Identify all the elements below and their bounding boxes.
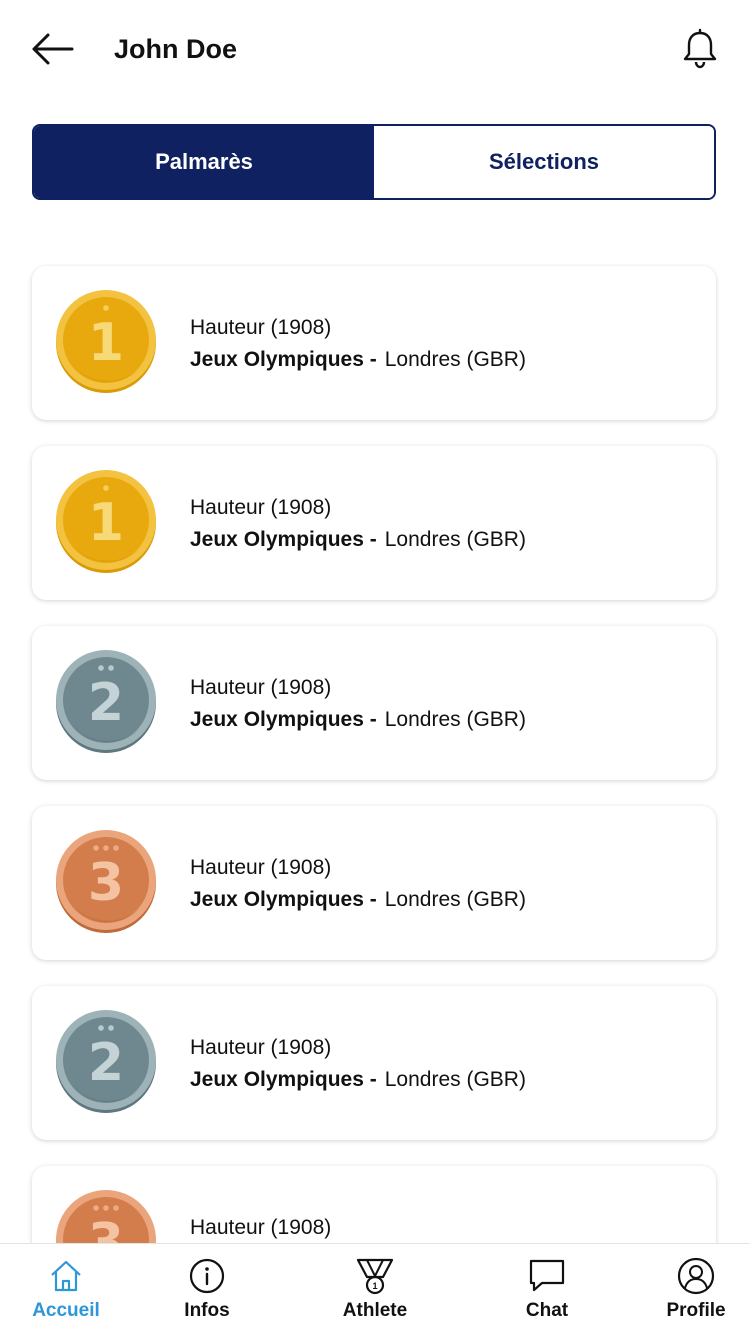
result-card[interactable]: 2 Hauteur (1908) Jeux Olympiques - Londres … bbox=[32, 986, 716, 1140]
bronze-medal-icon: 3 bbox=[56, 830, 156, 933]
nav-item-chat[interactable]: Chat bbox=[492, 1244, 602, 1334]
silver-medal-icon: 2 bbox=[56, 1010, 156, 1113]
tab-selections[interactable]: Sélections bbox=[374, 126, 714, 198]
nav-label: Infos bbox=[184, 1300, 230, 1321]
event-label: Hauteur (1908) bbox=[190, 1216, 332, 1239]
result-info: Hauteur (1908) Jeux Olympiques - Londres (… bbox=[190, 492, 526, 556]
home-icon bbox=[51, 1260, 81, 1292]
results-list[interactable]: 1 Hauteur (1908) Jeux Olympiques - Londres … bbox=[0, 264, 750, 1244]
competition-label: Jeux Olympiques - bbox=[190, 708, 377, 731]
result-info: Hauteur (1908) bbox=[190, 1212, 331, 1244]
svg-text:1: 1 bbox=[372, 1281, 377, 1291]
back-button[interactable] bbox=[28, 28, 76, 70]
arrow-left-icon bbox=[32, 33, 74, 65]
result-info: Hauteur (1908) Jeux Olympiques - Londres (… bbox=[190, 312, 526, 376]
result-card[interactable]: 2 Hauteur (1908) Jeux Olympiques - Londres … bbox=[32, 626, 716, 780]
event-label: Hauteur (1908) bbox=[190, 496, 332, 519]
medal-rank-label: 3 bbox=[88, 853, 124, 913]
medal-rank-label: 1 bbox=[88, 493, 124, 553]
nav-item-athlete[interactable]: 1 Athlete bbox=[320, 1244, 430, 1334]
segmented-tabs: Palmarès Sélections bbox=[32, 124, 716, 200]
result-card[interactable]: 3 Hauteur (1908) bbox=[32, 1166, 716, 1244]
result-card[interactable]: 1 Hauteur (1908) Jeux Olympiques - Londres … bbox=[32, 446, 716, 600]
medal-rank-label: 3 bbox=[88, 1213, 124, 1244]
nav-label: Chat bbox=[525, 1300, 569, 1321]
competition-line: Jeux Olympiques - Londres (GBR) bbox=[190, 1064, 526, 1096]
location-label: Londres (GBR) bbox=[384, 348, 526, 371]
competition-label: Jeux Olympiques - bbox=[190, 888, 377, 911]
competition-label: Jeux Olympiques - bbox=[190, 348, 377, 371]
medal-rank-label: 2 bbox=[88, 1033, 124, 1093]
bell-icon bbox=[683, 28, 717, 69]
result-card[interactable]: 3 Hauteur (1908) Jeux Olympiques - Londres … bbox=[32, 806, 716, 960]
competition-line: Jeux Olympiques - Londres (GBR) bbox=[190, 344, 526, 376]
location-label: Londres (GBR) bbox=[384, 1068, 526, 1091]
silver-medal-icon: 2 bbox=[56, 650, 156, 753]
event-label: Hauteur (1908) bbox=[190, 1036, 332, 1059]
nav-item-profile[interactable]: Profile bbox=[641, 1244, 750, 1334]
profile-icon bbox=[677, 1257, 715, 1295]
event-label: Hauteur (1908) bbox=[190, 316, 332, 339]
competition-line: Jeux Olympiques - Londres (GBR) bbox=[190, 704, 526, 736]
chat-icon bbox=[529, 1259, 565, 1292]
tab-palmares[interactable]: Palmarès bbox=[34, 126, 374, 198]
notifications-button[interactable] bbox=[678, 26, 722, 72]
result-info: Hauteur (1908) Jeux Olympiques - Londres (… bbox=[190, 852, 526, 916]
event-label: Hauteur (1908) bbox=[190, 676, 332, 699]
location-label: Londres (GBR) bbox=[384, 708, 526, 731]
app-header: John Doe bbox=[0, 0, 750, 100]
competition-label: Jeux Olympiques - bbox=[190, 1068, 377, 1091]
location-label: Londres (GBR) bbox=[384, 528, 526, 551]
gold-medal-icon: 1 bbox=[56, 290, 156, 393]
result-card[interactable]: 1 Hauteur (1908) Jeux Olympiques - Londres … bbox=[32, 266, 716, 420]
result-info: Hauteur (1908) Jeux Olympiques - Londres (… bbox=[190, 672, 526, 736]
nav-label: Athlete bbox=[342, 1300, 408, 1321]
event-label: Hauteur (1908) bbox=[190, 856, 332, 879]
bottom-navigation: Accueil Infos 1 Athlete Chat Profile bbox=[0, 1243, 750, 1334]
gold-medal-icon: 1 bbox=[56, 470, 156, 573]
location-label: Londres (GBR) bbox=[384, 888, 526, 911]
result-info: Hauteur (1908) Jeux Olympiques - Londres (… bbox=[190, 1032, 526, 1096]
competition-line: Jeux Olympiques - Londres (GBR) bbox=[190, 884, 526, 916]
competition-label: Jeux Olympiques - bbox=[190, 528, 377, 551]
nav-item-infos[interactable]: Infos bbox=[152, 1244, 262, 1334]
page-title: John Doe bbox=[114, 34, 238, 64]
medal-rank-label: 1 bbox=[88, 313, 124, 373]
competition-line: Jeux Olympiques - Londres (GBR) bbox=[190, 524, 526, 556]
medal-icon: 1 bbox=[356, 1258, 394, 1295]
info-icon bbox=[189, 1258, 225, 1294]
bronze-medal-icon: 3 bbox=[56, 1190, 156, 1244]
nav-label: Profile bbox=[666, 1300, 726, 1321]
nav-label: Accueil bbox=[32, 1300, 100, 1321]
nav-item-accueil[interactable]: Accueil bbox=[11, 1244, 121, 1334]
medal-rank-label: 2 bbox=[88, 673, 124, 733]
